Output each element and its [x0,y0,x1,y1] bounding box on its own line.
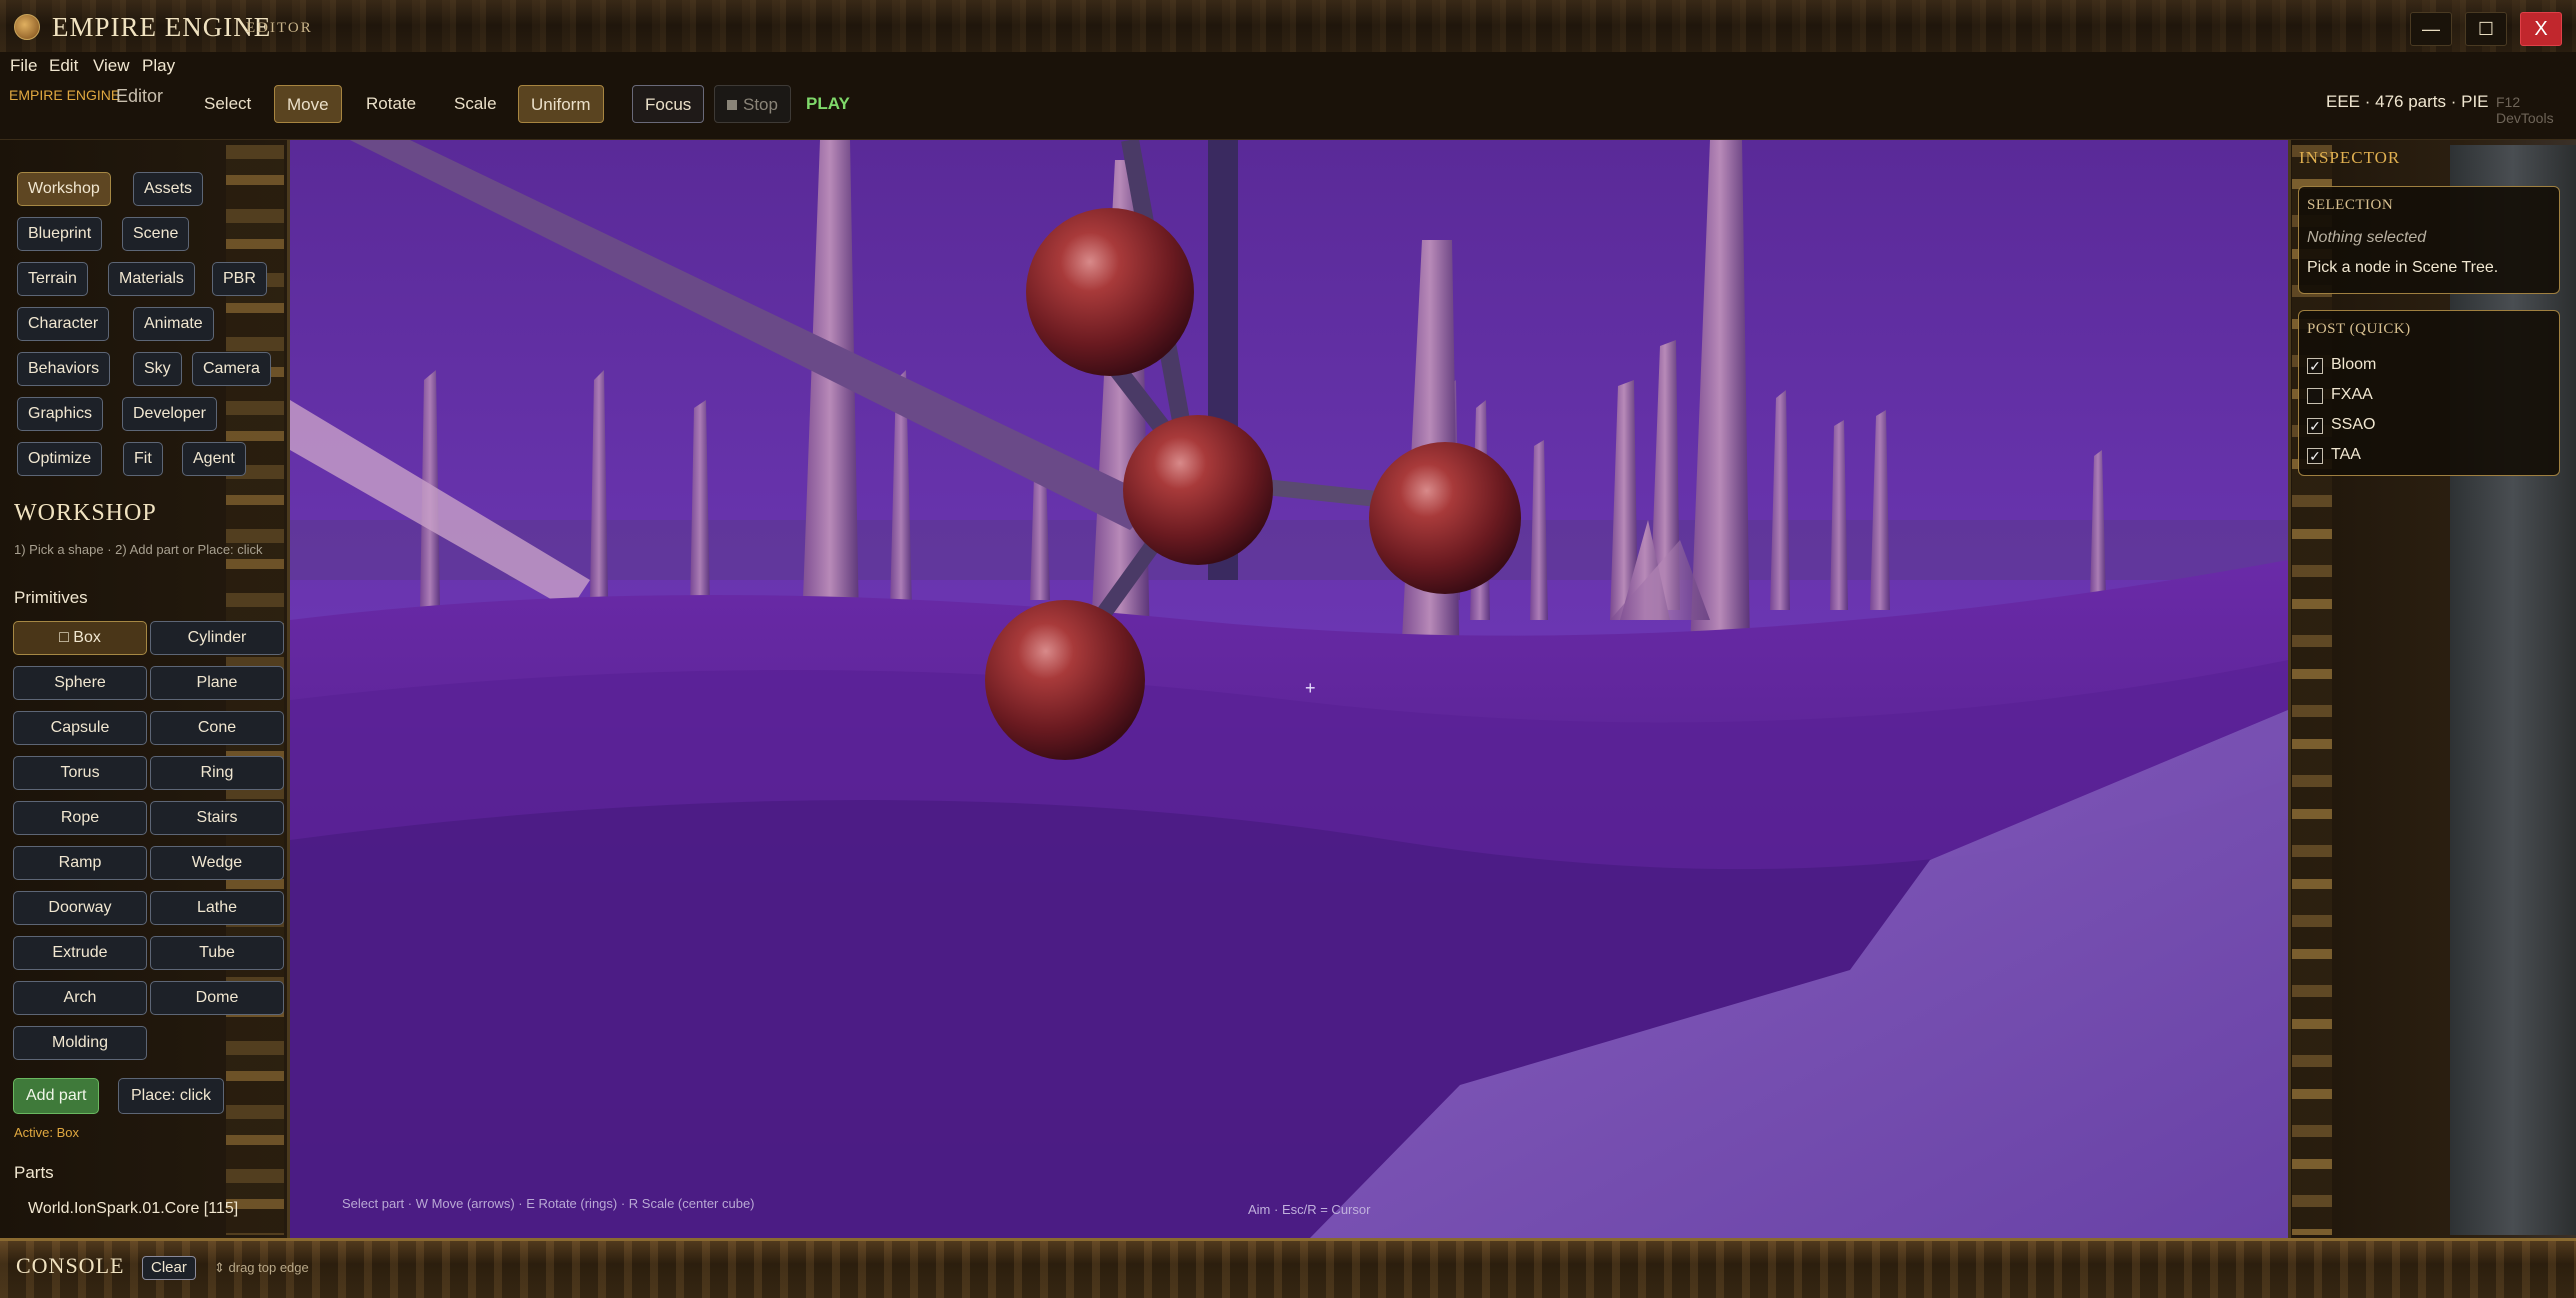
parts-title: Parts [14,1163,54,1182]
primitive-lathe[interactable]: Lathe [150,891,284,925]
pick-node-hint: Pick a node in Scene Tree. [2307,259,2499,276]
menu-bar: File Edit View Play [0,52,2576,80]
primitive-stairs[interactable]: Stairs [150,801,284,835]
uniform-toggle-button[interactable]: Uniform [518,85,604,123]
mode-label: Editor [116,86,164,106]
selection-section: SELECTION Nothing selected Pick a node i… [2298,186,2560,294]
ssao-checkbox[interactable]: ✓ [2307,418,2323,434]
primitive-molding[interactable]: Molding [13,1026,147,1060]
selection-title: SELECTION [2307,197,2394,213]
inspector-title: INSPECTOR [2299,148,2401,167]
nav-workshop[interactable]: Workshop [17,172,111,206]
console-bar[interactable]: CONSOLE Clear ⇕ drag top edge [0,1238,2576,1298]
nav-scene[interactable]: Scene [122,217,190,251]
menu-play[interactable]: Play [142,56,175,76]
nav-fit[interactable]: Fit [123,442,163,476]
fxaa-label: FXAA [2331,386,2373,403]
menu-edit[interactable]: Edit [49,56,78,76]
stop-button[interactable]: Stop [714,85,791,123]
app-logo-icon [14,14,40,40]
close-button[interactable]: X [2520,12,2562,46]
scale-tool-button[interactable]: Scale [442,85,509,123]
rotate-tool-button[interactable]: Rotate [354,85,428,123]
nav-terrain[interactable]: Terrain [17,262,88,296]
nav-behaviors[interactable]: Behaviors [17,352,111,386]
app-title: EMPIRE ENGINE [52,12,272,42]
primitive-torus[interactable]: Torus [13,756,147,790]
nav-camera[interactable]: Camera [192,352,271,386]
menu-file[interactable]: File [10,56,37,76]
toolbar-brand: EMPIRE ENGINE [9,87,121,103]
select-tool-button[interactable]: Select [192,85,263,123]
devtools-hint: F12 DevTools [2496,94,2554,126]
primitive-ring[interactable]: Ring [150,756,284,790]
console-wood-texture [0,1241,2576,1298]
primitive-wedge[interactable]: Wedge [150,846,284,880]
nothing-selected-text: Nothing selected [2307,229,2427,246]
place-click-button[interactable]: Place: click [118,1078,225,1114]
primitive-doorway[interactable]: Doorway [13,891,147,925]
workshop-title: WORKSHOP [14,500,157,526]
nav-blueprint[interactable]: Blueprint [17,217,103,251]
primitive-dome[interactable]: Dome [150,981,284,1015]
primitive-extrude[interactable]: Extrude [13,936,147,970]
crosshair-icon: + [1305,678,1316,698]
right-ornamental-frame [2292,145,2332,1235]
title-bar-wood-texture [0,0,2576,56]
post-quick-title: POST (QUICK) [2307,321,2411,337]
nav-character[interactable]: Character [17,307,110,341]
status-text: EEE · 476 parts · PIE [2326,92,2489,111]
post-quick-section: POST (QUICK) ✓ Bloom FXAA ✓ SSAO ✓ TAA [2298,310,2560,476]
primitives-title: Primitives [14,588,88,607]
primitive-tube[interactable]: Tube [150,936,284,970]
viewport-aim-hint: Aim · Esc/R = Cursor [1248,1202,1371,1217]
taa-checkbox[interactable]: ✓ [2307,448,2323,464]
primitive-box[interactable]: □ Box [13,621,147,655]
console-clear-button[interactable]: Clear [142,1256,196,1280]
menu-view[interactable]: View [93,56,130,76]
play-button[interactable]: PLAY [794,85,862,123]
nav-graphics[interactable]: Graphics [17,397,104,431]
primitive-plane[interactable]: Plane [150,666,284,700]
nav-optimize[interactable]: Optimize [17,442,103,476]
viewport-scene [290,140,2288,1238]
bloom-label: Bloom [2331,356,2377,373]
ssao-label: SSAO [2331,416,2376,433]
nav-pbr[interactable]: PBR [212,262,267,296]
primitive-ramp[interactable]: Ramp [13,846,147,880]
viewport-controls-hint: Select part · W Move (arrows) · E Rotate… [342,1196,755,1211]
toolbar: EMPIRE ENGINE Editor Select Move Rotate … [0,80,2576,140]
stop-icon [727,100,737,110]
nav-sky[interactable]: Sky [133,352,182,386]
taa-label: TAA [2331,446,2361,463]
nav-animate[interactable]: Animate [133,307,214,341]
nav-developer[interactable]: Developer [122,397,217,431]
maximize-button[interactable]: ☐ [2465,12,2507,46]
title-bar: EMPIRE ENGINE EDITOR — ☐ X [0,0,2576,58]
primitive-cylinder[interactable]: Cylinder [150,621,284,655]
console-title: CONSOLE [16,1253,125,1278]
fxaa-checkbox[interactable] [2307,388,2323,404]
workshop-hint: 1) Pick a shape · 2) Add part or Place: … [14,542,263,557]
primitive-rope[interactable]: Rope [13,801,147,835]
right-stone-frame [2450,145,2576,1235]
move-tool-button[interactable]: Move [274,85,342,123]
primitive-arch[interactable]: Arch [13,981,147,1015]
primitive-cone[interactable]: Cone [150,711,284,745]
nav-materials[interactable]: Materials [108,262,195,296]
focus-button[interactable]: Focus [632,85,705,123]
3d-viewport[interactable]: + Select part · W Move (arrows) · E Rota… [290,140,2288,1238]
stop-label: Stop [743,95,778,114]
active-shape-label: Active: Box [14,1125,80,1140]
bloom-checkbox[interactable]: ✓ [2307,358,2323,374]
primitive-sphere[interactable]: Sphere [13,666,147,700]
app-subtitle: EDITOR [246,20,313,36]
parts-list-item[interactable]: World.IonSpark.01.Core [115] [28,1200,238,1218]
add-part-button[interactable]: Add part [13,1078,100,1114]
minimize-button[interactable]: — [2410,12,2452,46]
nav-agent[interactable]: Agent [182,442,246,476]
console-drag-hint: ⇕ drag top edge [214,1260,309,1275]
nav-assets[interactable]: Assets [133,172,204,206]
primitive-capsule[interactable]: Capsule [13,711,147,745]
